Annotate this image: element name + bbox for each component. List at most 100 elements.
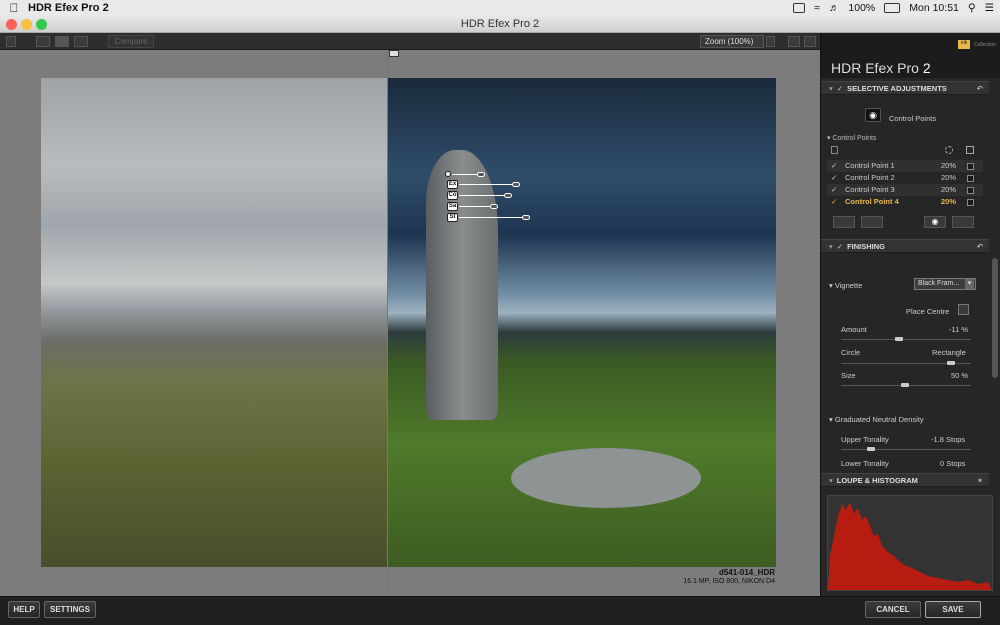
pin-icon[interactable]: ✶ <box>977 474 983 487</box>
split-view-button[interactable] <box>55 36 69 47</box>
control-point-row[interactable]: ✓ Control Point 3 20% <box>827 184 983 196</box>
menu-list-icon[interactable]: ☰ <box>985 2 994 14</box>
help-button[interactable]: HELP <box>8 601 40 618</box>
app-menu[interactable]: HDR Efex Pro 2 <box>28 2 109 14</box>
cancel-button[interactable]: CANCEL <box>865 601 921 618</box>
section-checkbox[interactable]: ✓ <box>837 84 843 93</box>
row-mask-checkbox[interactable] <box>967 199 974 206</box>
shape-slider-knob[interactable] <box>947 361 955 365</box>
histogram <box>827 495 993 591</box>
split-handle[interactable] <box>389 50 399 57</box>
collapse-arrow-icon[interactable]: ▾ <box>829 242 833 251</box>
zoom-selector[interactable]: Zoom (100%) <box>700 35 764 48</box>
row-checkbox[interactable]: ✓ <box>831 172 837 184</box>
exposure-slider-handle[interactable] <box>512 182 520 187</box>
gnd-label: ▾ Graduated Neutral Density <box>829 415 924 424</box>
footer-bar: HELP SETTINGS CANCEL SAVE <box>0 596 1000 625</box>
upper-tonality-slider[interactable] <box>841 447 971 451</box>
single-view-button[interactable] <box>36 36 50 47</box>
settings-button[interactable]: SETTINGS <box>44 601 96 618</box>
collapse-arrow-icon[interactable]: ▾ <box>829 476 833 485</box>
control-point-structure[interactable]: St <box>447 213 458 222</box>
close-window-button[interactable] <box>6 19 17 30</box>
adjustment-panel: nik Collection HDR Efex Pro 2 ▾ ✓ SELECTIV… <box>820 33 1000 596</box>
zoom-arrow-icon[interactable] <box>766 36 775 47</box>
finishing-header[interactable]: ▾ ✓ FINISHING ↶ <box>821 239 989 253</box>
control-point-contrast[interactable]: Co <box>447 191 458 200</box>
selective-adjustments-header[interactable]: ▾ ✓ SELECTIVE ADJUSTMENTS ↶ <box>821 81 989 95</box>
compare-button[interactable]: Compare <box>108 35 154 48</box>
undo-icon[interactable]: ↶ <box>977 240 983 253</box>
row-checkbox[interactable]: ✓ <box>831 196 837 208</box>
battery-icon[interactable] <box>884 3 901 13</box>
row-mask-checkbox[interactable] <box>967 163 974 170</box>
group-button[interactable] <box>861 216 883 228</box>
image-caption: d541-014_HDR 16.1 MP, ISO 800, NIKON D4 <box>683 568 775 586</box>
row-checkbox[interactable]: ✓ <box>831 184 837 196</box>
control-point-row[interactable]: ✓ Control Point 1 20% <box>827 160 983 172</box>
image-canvas[interactable]: Ex Co Sa St d541-014_HDR 16.1 MP, ISO 80… <box>0 50 820 596</box>
battery-percent: 100% <box>848 2 876 14</box>
panel-toggle-icon[interactable] <box>804 36 816 47</box>
size-slider-knob[interactable] <box>901 383 909 387</box>
histogram-area <box>828 502 992 590</box>
background-toggle-icon[interactable] <box>788 36 800 47</box>
side-by-side-view-button[interactable] <box>74 36 88 47</box>
delete-point-button[interactable] <box>952 216 974 228</box>
menu-bar:  HDR Efex Pro 2 ≈ ♬ 100% Mon 10:51 ⚲ ☰ <box>0 0 1000 16</box>
status-icon[interactable] <box>793 3 806 13</box>
image-filename: d541-014_HDR <box>718 568 775 577</box>
control-point-row-selected[interactable]: ✓ Control Point 4 20% <box>827 196 983 208</box>
control-point-exposure[interactable]: Ex <box>447 180 458 189</box>
upper-tonality-knob[interactable] <box>867 447 875 451</box>
loupe-histogram-header[interactable]: ▾ LOUPE & HISTOGRAM ✶ <box>821 473 989 487</box>
shape-slider[interactable] <box>841 361 971 365</box>
row-mask-checkbox[interactable] <box>967 175 974 182</box>
saturation-slider-line <box>459 206 491 207</box>
browser-toggle-icon[interactable] <box>6 36 16 47</box>
list-icon[interactable] <box>831 146 838 154</box>
volume-icon[interactable]: ♬ <box>829 2 840 14</box>
control-point-center[interactable] <box>445 171 451 177</box>
amount-slider-knob[interactable] <box>895 337 903 341</box>
clock[interactable]: Mon 10:51 <box>909 2 959 14</box>
window-title: HDR Efex Pro 2 <box>460 18 540 30</box>
add-point-button[interactable]: ◉ <box>924 216 946 228</box>
window-titlebar: HDR Efex Pro 2 <box>0 16 1000 33</box>
zoom-window-button[interactable] <box>36 19 47 30</box>
apple-menu-icon[interactable]:  <box>0 1 28 15</box>
lower-tonality-label: Lower Tonality <box>841 459 889 468</box>
wifi-icon[interactable]: ≈ <box>814 2 820 14</box>
panel-scrollbar[interactable] <box>992 258 998 378</box>
section-checkbox[interactable]: ✓ <box>837 242 843 251</box>
saturation-slider-handle[interactable] <box>490 204 498 209</box>
place-centre-button[interactable] <box>958 304 969 315</box>
search-icon[interactable]: ⚲ <box>968 2 976 14</box>
toolbar: Compare Zoom (100%) <box>0 33 820 50</box>
brand-title: HDR Efex Pro 2 <box>831 60 931 76</box>
split-divider[interactable] <box>387 50 388 596</box>
structure-slider-handle[interactable] <box>522 215 530 220</box>
circle-label: Circle <box>841 348 861 357</box>
image-meta: 16.1 MP, ISO 800, NIKON D4 <box>683 578 775 585</box>
minimize-window-button[interactable] <box>21 19 32 30</box>
undo-icon[interactable]: ↶ <box>977 82 983 95</box>
preview-image[interactable] <box>41 78 776 567</box>
show-mask-icon[interactable] <box>966 146 974 154</box>
add-control-point-icon[interactable]: ◉ <box>865 108 881 122</box>
collapse-arrow-icon[interactable]: ▾ <box>829 84 833 93</box>
show-selection-icon[interactable] <box>945 146 953 154</box>
control-point-size-handle[interactable] <box>477 172 485 177</box>
control-point-row[interactable]: ✓ Control Point 2 20% <box>827 172 983 184</box>
histogram-graph <box>828 502 992 590</box>
save-button[interactable]: SAVE <box>925 601 981 618</box>
vignette-type-select[interactable]: Black Fram... ▾ <box>914 278 976 290</box>
contrast-slider-handle[interactable] <box>504 193 512 198</box>
nik-logo: nik <box>958 40 970 49</box>
control-point-saturation[interactable]: Sa <box>447 202 458 211</box>
duplicate-button[interactable] <box>833 216 855 228</box>
size-slider[interactable] <box>841 383 971 387</box>
amount-slider[interactable] <box>841 337 971 341</box>
row-mask-checkbox[interactable] <box>967 187 974 194</box>
row-checkbox[interactable]: ✓ <box>831 160 837 172</box>
